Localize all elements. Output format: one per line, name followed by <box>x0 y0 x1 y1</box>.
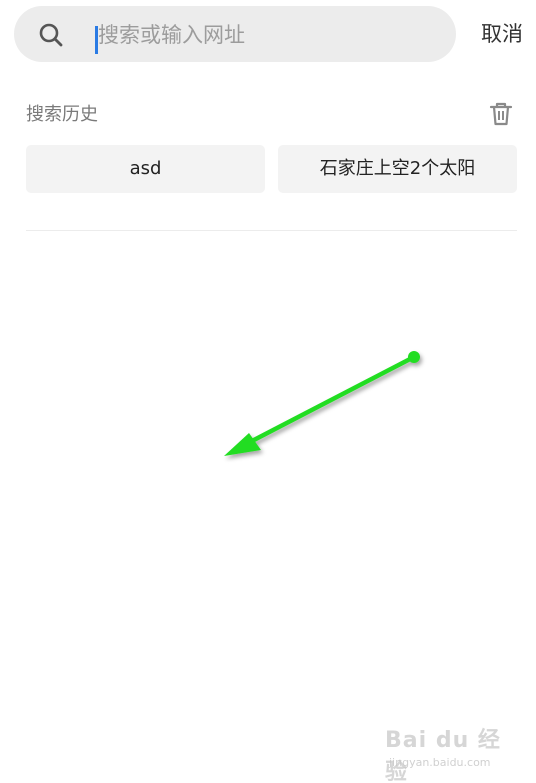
search-input[interactable] <box>98 16 438 54</box>
divider <box>26 230 517 231</box>
search-history-title: 搜索历史 <box>26 104 98 125</box>
cancel-button[interactable]: 取消 <box>470 6 534 62</box>
search-icon <box>39 23 63 47</box>
history-item[interactable]: 石家庄上空2个太阳 <box>278 145 517 193</box>
history-item[interactable]: asd <box>26 145 265 193</box>
trash-icon[interactable] <box>488 101 514 127</box>
watermark: Bai du 经验 jingyan.baidu.com <box>385 722 515 783</box>
search-page: 取消 搜索历史 asd 石家庄上空2个太阳 Bai du 经验 jingyan.… <box>0 0 536 783</box>
search-bar[interactable] <box>14 6 456 62</box>
watermark-brand: Bai du 经验 <box>385 728 501 783</box>
watermark-url: jingyan.baidu.com <box>389 756 491 769</box>
